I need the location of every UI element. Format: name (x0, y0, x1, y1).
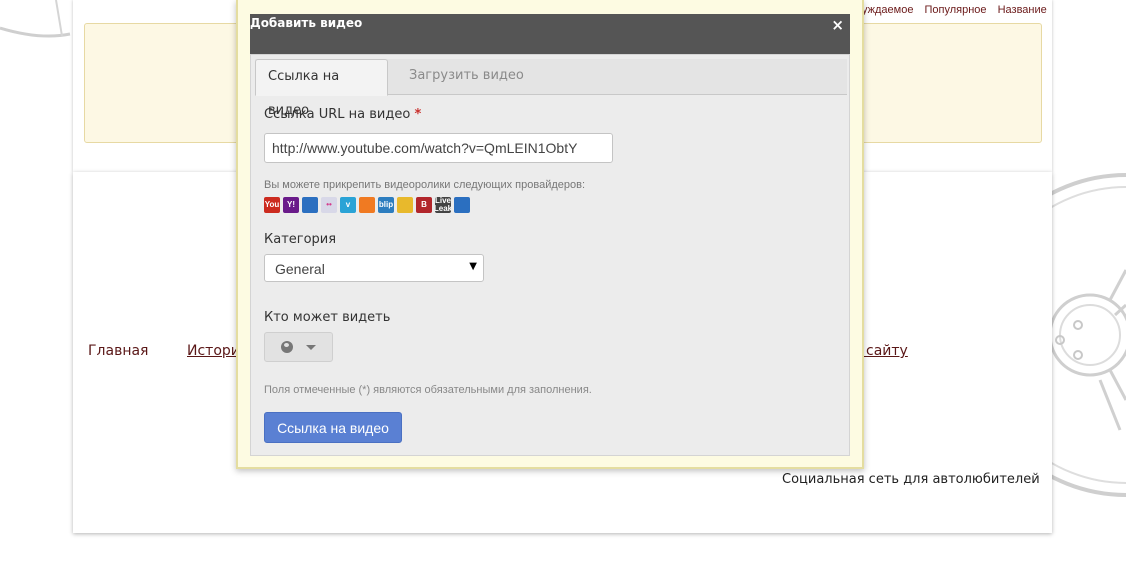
yahoo-icon: Y! (283, 197, 299, 213)
myspace-icon (359, 197, 375, 213)
vimeo-icon: v (340, 197, 356, 213)
url-field-label: Ссылка URL на видео * (264, 107, 421, 122)
warning-icon (397, 197, 413, 213)
video-url-input[interactable] (264, 133, 613, 163)
privacy-label: Кто может видеть (264, 310, 391, 325)
close-icon[interactable]: × (831, 16, 844, 34)
tab-video-link[interactable]: Ссылка на видео (255, 59, 388, 118)
wheel-decoration-left (0, 0, 71, 38)
youtube-icon: You (264, 197, 280, 213)
dailymotion-icon (454, 197, 470, 213)
sort-link-discussed[interactable]: уждаемое (862, 4, 913, 16)
liveleak-icon: Live Leak (435, 197, 451, 213)
modal-title: Добавить видео (250, 16, 363, 30)
category-label: Категория (264, 232, 337, 247)
url-label-text: Ссылка URL на видео (264, 107, 411, 122)
privacy-dropdown-button[interactable] (264, 332, 333, 362)
msn-icon (302, 197, 318, 213)
sort-link-name[interactable]: Название (998, 4, 1047, 16)
required-marker: * (414, 107, 422, 122)
required-fields-note: Поля отмеченные (*) являются обязательны… (264, 384, 592, 396)
modal-body: Ссылка на видео Загрузить видео Ссылка U… (250, 54, 850, 456)
providers-hint: Вы можете прикрепить видеоролики следующ… (264, 179, 586, 191)
vk-icon: B (416, 197, 432, 213)
flickr-icon: •• (321, 197, 337, 213)
modal-header: Добавить видео × (250, 14, 850, 54)
category-selected-value: General (275, 261, 325, 277)
caret-down-icon (306, 345, 316, 350)
footer-tagline: Социальная сеть для автолюбителей (782, 472, 1040, 487)
nav-link-home[interactable]: Главная (88, 343, 148, 359)
globe-icon (281, 341, 293, 353)
blip-icon: blip (378, 197, 394, 213)
nav-link-history[interactable]: Истори (187, 343, 240, 359)
sort-links: уждаемое Популярное Название (862, 4, 1055, 16)
submit-video-link-button[interactable]: Ссылка на видео (264, 412, 402, 443)
dropdown-arrow-icon: ▼ (469, 261, 477, 272)
tab-upload-video[interactable]: Загрузить видео (397, 59, 536, 95)
tab-bar: Ссылка на видео Загрузить видео (255, 59, 847, 118)
provider-icons: You Y! •• v blip B Live Leak (264, 197, 470, 214)
category-select[interactable]: General ▼ (264, 254, 484, 282)
sort-link-popular[interactable]: Популярное (925, 4, 987, 16)
